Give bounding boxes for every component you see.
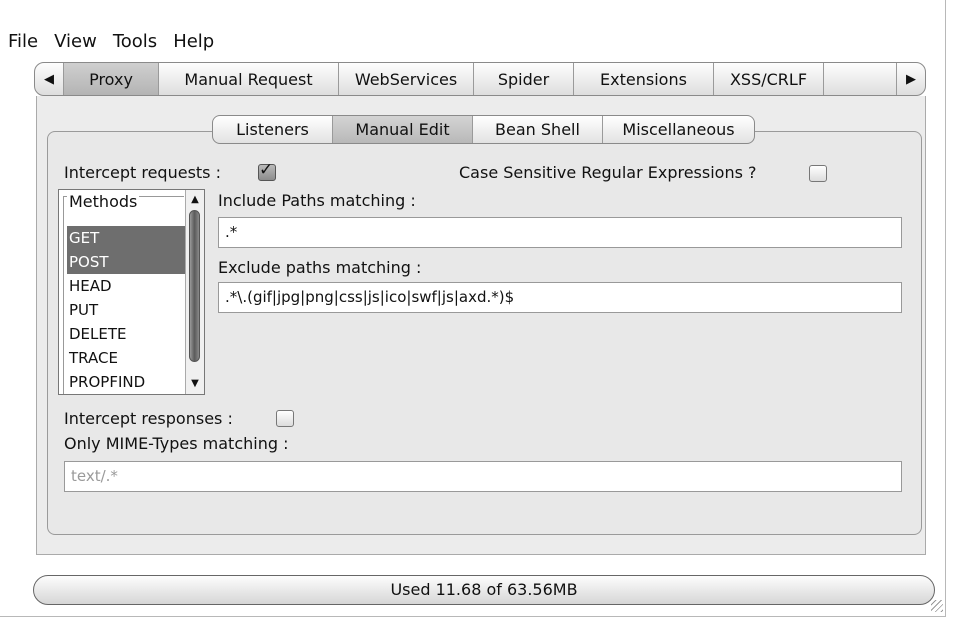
scroll-tabs-right-icon[interactable]: ▶ (896, 63, 925, 95)
memory-status-bar: Used 11.68 of 63.56MB (33, 575, 935, 605)
methods-list: Methods GET POST HEAD PUT DELETE TRACE P… (58, 189, 205, 395)
tab-listeners[interactable]: Listeners (213, 116, 333, 143)
tab-bean-shell[interactable]: Bean Shell (473, 116, 603, 143)
intercept-responses-checkbox[interactable] (276, 410, 294, 427)
menu-view[interactable]: View (46, 28, 105, 56)
case-sensitive-label: Case Sensitive Regular Expressions ? (459, 163, 757, 182)
method-item-post[interactable]: POST (67, 250, 188, 274)
menu-help[interactable]: Help (165, 28, 222, 56)
tab-proxy[interactable]: Proxy (64, 63, 159, 95)
tab-xss-crlf[interactable]: XSS/CRLF (714, 63, 824, 95)
tab-manual-edit[interactable]: Manual Edit (333, 116, 473, 143)
proxy-sub-tab-strip: Listeners Manual Edit Bean Shell Miscell… (212, 115, 755, 144)
tab-manual-request[interactable]: Manual Request (159, 63, 339, 95)
include-paths-label: Include Paths matching : (218, 191, 416, 210)
method-item-trace[interactable]: TRACE (67, 346, 188, 370)
scroll-down-icon[interactable]: ▼ (186, 376, 204, 392)
methods-scrollbar[interactable]: ▲ ▼ (185, 190, 204, 394)
case-sensitive-checkbox[interactable] (809, 165, 827, 182)
menu-file[interactable]: File (0, 28, 46, 56)
menu-tools[interactable]: Tools (105, 28, 165, 56)
intercept-requests-checkbox[interactable] (258, 160, 276, 181)
intercept-requests-label: Intercept requests : (64, 163, 221, 182)
main-tab-strip: ◀ Proxy Manual Request WebServices Spide… (34, 62, 926, 96)
scroll-up-icon[interactable]: ▲ (186, 192, 204, 208)
methods-legend: Methods (67, 192, 140, 211)
menu-bar: File View Tools Help (0, 28, 222, 56)
tab-spider[interactable]: Spider (474, 63, 574, 95)
methods-scroll-thumb[interactable] (189, 210, 200, 362)
include-paths-input[interactable]: .* (218, 217, 902, 248)
method-item-head[interactable]: HEAD (67, 274, 188, 298)
methods-items: GET POST HEAD PUT DELETE TRACE PROPFIND (67, 226, 188, 394)
method-item-propfind[interactable]: PROPFIND (67, 370, 188, 394)
method-item-get[interactable]: GET (67, 226, 188, 250)
tab-webservices[interactable]: WebServices (339, 63, 474, 95)
mime-types-input[interactable]: text/.* (64, 461, 902, 492)
method-item-put[interactable]: PUT (67, 298, 188, 322)
tab-miscellaneous[interactable]: Miscellaneous (603, 116, 754, 143)
resize-grip-icon[interactable] (931, 600, 943, 612)
exclude-paths-label: Exclude paths matching : (218, 258, 422, 277)
intercept-responses-label: Intercept responses : (64, 409, 233, 428)
scroll-tabs-left-icon[interactable]: ◀ (35, 63, 64, 95)
method-item-delete[interactable]: DELETE (67, 322, 188, 346)
tab-extensions[interactable]: Extensions (574, 63, 714, 95)
exclude-paths-input[interactable]: .*\.(gif|jpg|png|css|js|ico|swf|js|axd.*… (218, 282, 902, 313)
mime-types-label: Only MIME-Types matching : (64, 434, 289, 453)
